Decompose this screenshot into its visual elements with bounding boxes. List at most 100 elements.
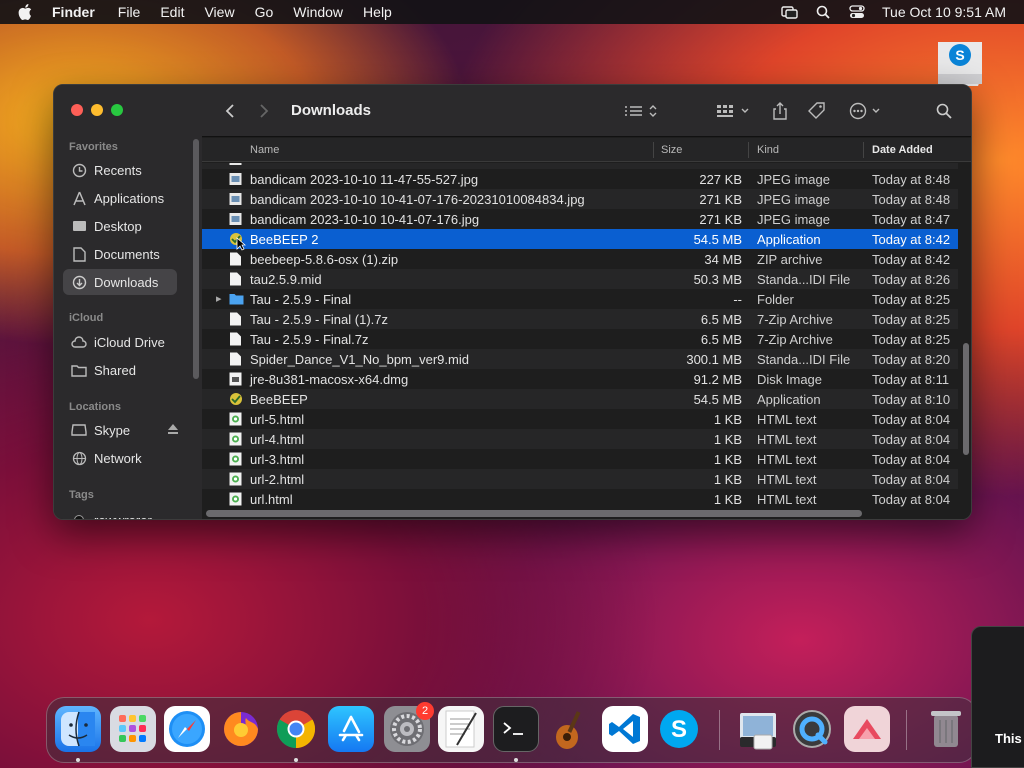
column-kind[interactable]: Kind: [757, 144, 779, 156]
textedit-icon[interactable]: [438, 706, 484, 752]
tag-icon[interactable]: [807, 101, 827, 121]
table-row[interactable]: beebeep-5.8.6-osx (1).zip 34 MB ZIP archiv…: [202, 249, 958, 269]
file-kind: Disk Image: [757, 372, 823, 387]
disclosure-triangle-icon[interactable]: ▸: [216, 292, 222, 305]
column-divider[interactable]: [863, 142, 864, 158]
file-name: bandicam 2023-10-10 10-41-07-176.jpg: [250, 212, 480, 227]
finder-icon[interactable]: [55, 706, 101, 752]
file-name: BeeBEEP 2: [250, 232, 319, 247]
table-row[interactable]: Tau - 2.5.9 - Final.7z 6.5 MB 7-Zip Archiv…: [202, 329, 958, 349]
document-icon: [71, 246, 87, 262]
file-name: Tau - 2.5.9 - Final: [250, 292, 352, 307]
chrome-icon[interactable]: [273, 706, 319, 752]
column-date-added[interactable]: Date Added: [872, 144, 933, 156]
file-date-added: Today at 8:42: [872, 232, 951, 247]
file-size: 271 KB: [699, 212, 742, 227]
search-icon[interactable]: [934, 101, 954, 121]
menu-file[interactable]: File: [118, 4, 141, 20]
application-icon: [229, 392, 242, 406]
sidebar-item-downloads[interactable]: Downloads: [63, 269, 177, 295]
table-row[interactable]: url-2.html 1 KB HTML text Today at 8:04: [202, 469, 958, 489]
menu-edit[interactable]: Edit: [160, 4, 184, 20]
table-row-selected[interactable]: BeeBEEP 2 54.5 MB Application Today at 8:42: [202, 229, 958, 249]
table-row[interactable]: url-4.html 1 KB HTML text Today at 8:04: [202, 429, 958, 449]
sidebar-item-desktop[interactable]: Desktop: [63, 213, 177, 239]
table-row[interactable]: ▸ Tau - 2.5.9 - Final -- Folder Today at 8:2…: [202, 289, 958, 309]
html-file-icon: [229, 412, 242, 426]
close-button[interactable]: [71, 104, 83, 116]
notification-banner[interactable]: [971, 626, 1024, 768]
disk-image-icon[interactable]: [735, 706, 781, 752]
desktop-icon: [71, 218, 87, 234]
file-name: jre-8u381-macosx-x64.dmg: [250, 372, 409, 387]
column-size[interactable]: Size: [661, 144, 682, 156]
vertical-scrollbar[interactable]: [963, 343, 969, 455]
quicktime-icon[interactable]: [789, 706, 835, 752]
zoom-button[interactable]: [111, 104, 123, 116]
table-row[interactable]: BeeBEEP 54.5 MB Application Today at 8:10: [202, 389, 958, 409]
file-name: tau2.5.9.mid: [250, 272, 322, 287]
menu-go[interactable]: Go: [255, 4, 274, 20]
column-divider[interactable]: [653, 142, 654, 158]
firefox-icon[interactable]: [218, 706, 264, 752]
menu-window[interactable]: Window: [293, 4, 343, 20]
sidebar-item-documents[interactable]: Documents: [63, 241, 177, 267]
file-size: 227 KB: [699, 172, 742, 187]
garageband-icon[interactable]: [547, 706, 593, 752]
sidebar-item-label: Network: [94, 450, 142, 466]
more-actions-icon[interactable]: [847, 101, 887, 121]
terminal-icon[interactable]: [493, 706, 539, 752]
sidebar-item-network[interactable]: Network: [63, 445, 177, 471]
sidebar-scrollbar[interactable]: [193, 139, 199, 379]
trash-icon[interactable]: [923, 706, 969, 752]
control-center-icon[interactable]: [848, 5, 866, 19]
menu-app-name[interactable]: Finder: [52, 4, 95, 20]
sidebar-item-applications[interactable]: Applications: [63, 185, 177, 211]
safari-icon[interactable]: [164, 706, 210, 752]
table-row[interactable]: bandicam 2023-10-10 10-41-07-176-2023101…: [202, 189, 958, 209]
sidebar-item-shared[interactable]: Shared: [63, 357, 177, 383]
file-size: 1 KB: [713, 452, 742, 467]
forward-icon[interactable]: [256, 101, 272, 121]
sidebar-item-skype[interactable]: Skype: [63, 417, 183, 443]
share-icon[interactable]: [770, 101, 790, 121]
table-row[interactable]: jre-8u381-macosx-x64.dmg 91.2 MB Disk Imag…: [202, 369, 958, 389]
screen-mirror-icon[interactable]: [780, 5, 798, 19]
back-icon[interactable]: [222, 101, 238, 121]
menubar-clock[interactable]: Tue Oct 10 9:51 AM: [882, 4, 1006, 20]
vscode-icon[interactable]: [602, 706, 648, 752]
app-store-icon[interactable]: [328, 706, 374, 752]
file-size: 1 KB: [713, 492, 742, 507]
minimize-button[interactable]: [91, 104, 103, 116]
table-row[interactable]: Spider_Dance_V1_No_bpm_ver9.mid 300.1 MB S…: [202, 349, 958, 369]
eject-icon[interactable]: [167, 423, 179, 438]
spotlight-search-icon[interactable]: [814, 5, 832, 19]
file-size: 54.5 MB: [693, 392, 742, 407]
launchpad-icon[interactable]: [110, 706, 156, 752]
menu-view[interactable]: View: [204, 4, 234, 20]
table-row[interactable]: url.html 1 KB HTML text Today at 8:04: [202, 489, 958, 509]
column-divider[interactable]: [748, 142, 749, 158]
applications-icon: [71, 190, 87, 206]
table-row[interactable]: bandicam 2023-10-10 10-41-07-176.jpg 271 …: [202, 209, 958, 229]
skype-icon[interactable]: S: [656, 706, 702, 752]
sidebar-item-tag[interactable]: rewwrerer: [63, 507, 177, 519]
file-kind: ZIP archive: [757, 252, 823, 267]
finder-window: Favorites Recents Applications Desktop D…: [53, 84, 972, 520]
sidebar-item-icloud-drive[interactable]: iCloud Drive: [63, 329, 177, 355]
apple-icon[interactable]: [18, 4, 38, 20]
table-row[interactable]: url-3.html 1 KB HTML text Today at 8:04: [202, 449, 958, 469]
list-view-icon[interactable]: [622, 101, 662, 121]
system-settings-icon[interactable]: 2: [384, 702, 434, 752]
app-icon[interactable]: [844, 706, 890, 752]
table-row[interactable]: bandicam 2023-10-10 11-47-55-527.jpg 227 …: [202, 169, 958, 189]
table-row[interactable]: Tau - 2.5.9 - Final (1).7z 6.5 MB 7-Zip Ar…: [202, 309, 958, 329]
sidebar-item-label: Desktop: [94, 218, 142, 234]
group-view-icon[interactable]: [714, 101, 754, 121]
horizontal-scrollbar[interactable]: [206, 510, 862, 517]
column-name[interactable]: Name: [250, 144, 279, 156]
table-row[interactable]: url-5.html 1 KB HTML text Today at 8:04: [202, 409, 958, 429]
menu-help[interactable]: Help: [363, 4, 392, 20]
table-row[interactable]: tau2.5.9.mid 50.3 MB Standa...IDI File Toda…: [202, 269, 958, 289]
sidebar-item-recents[interactable]: Recents: [63, 157, 177, 183]
